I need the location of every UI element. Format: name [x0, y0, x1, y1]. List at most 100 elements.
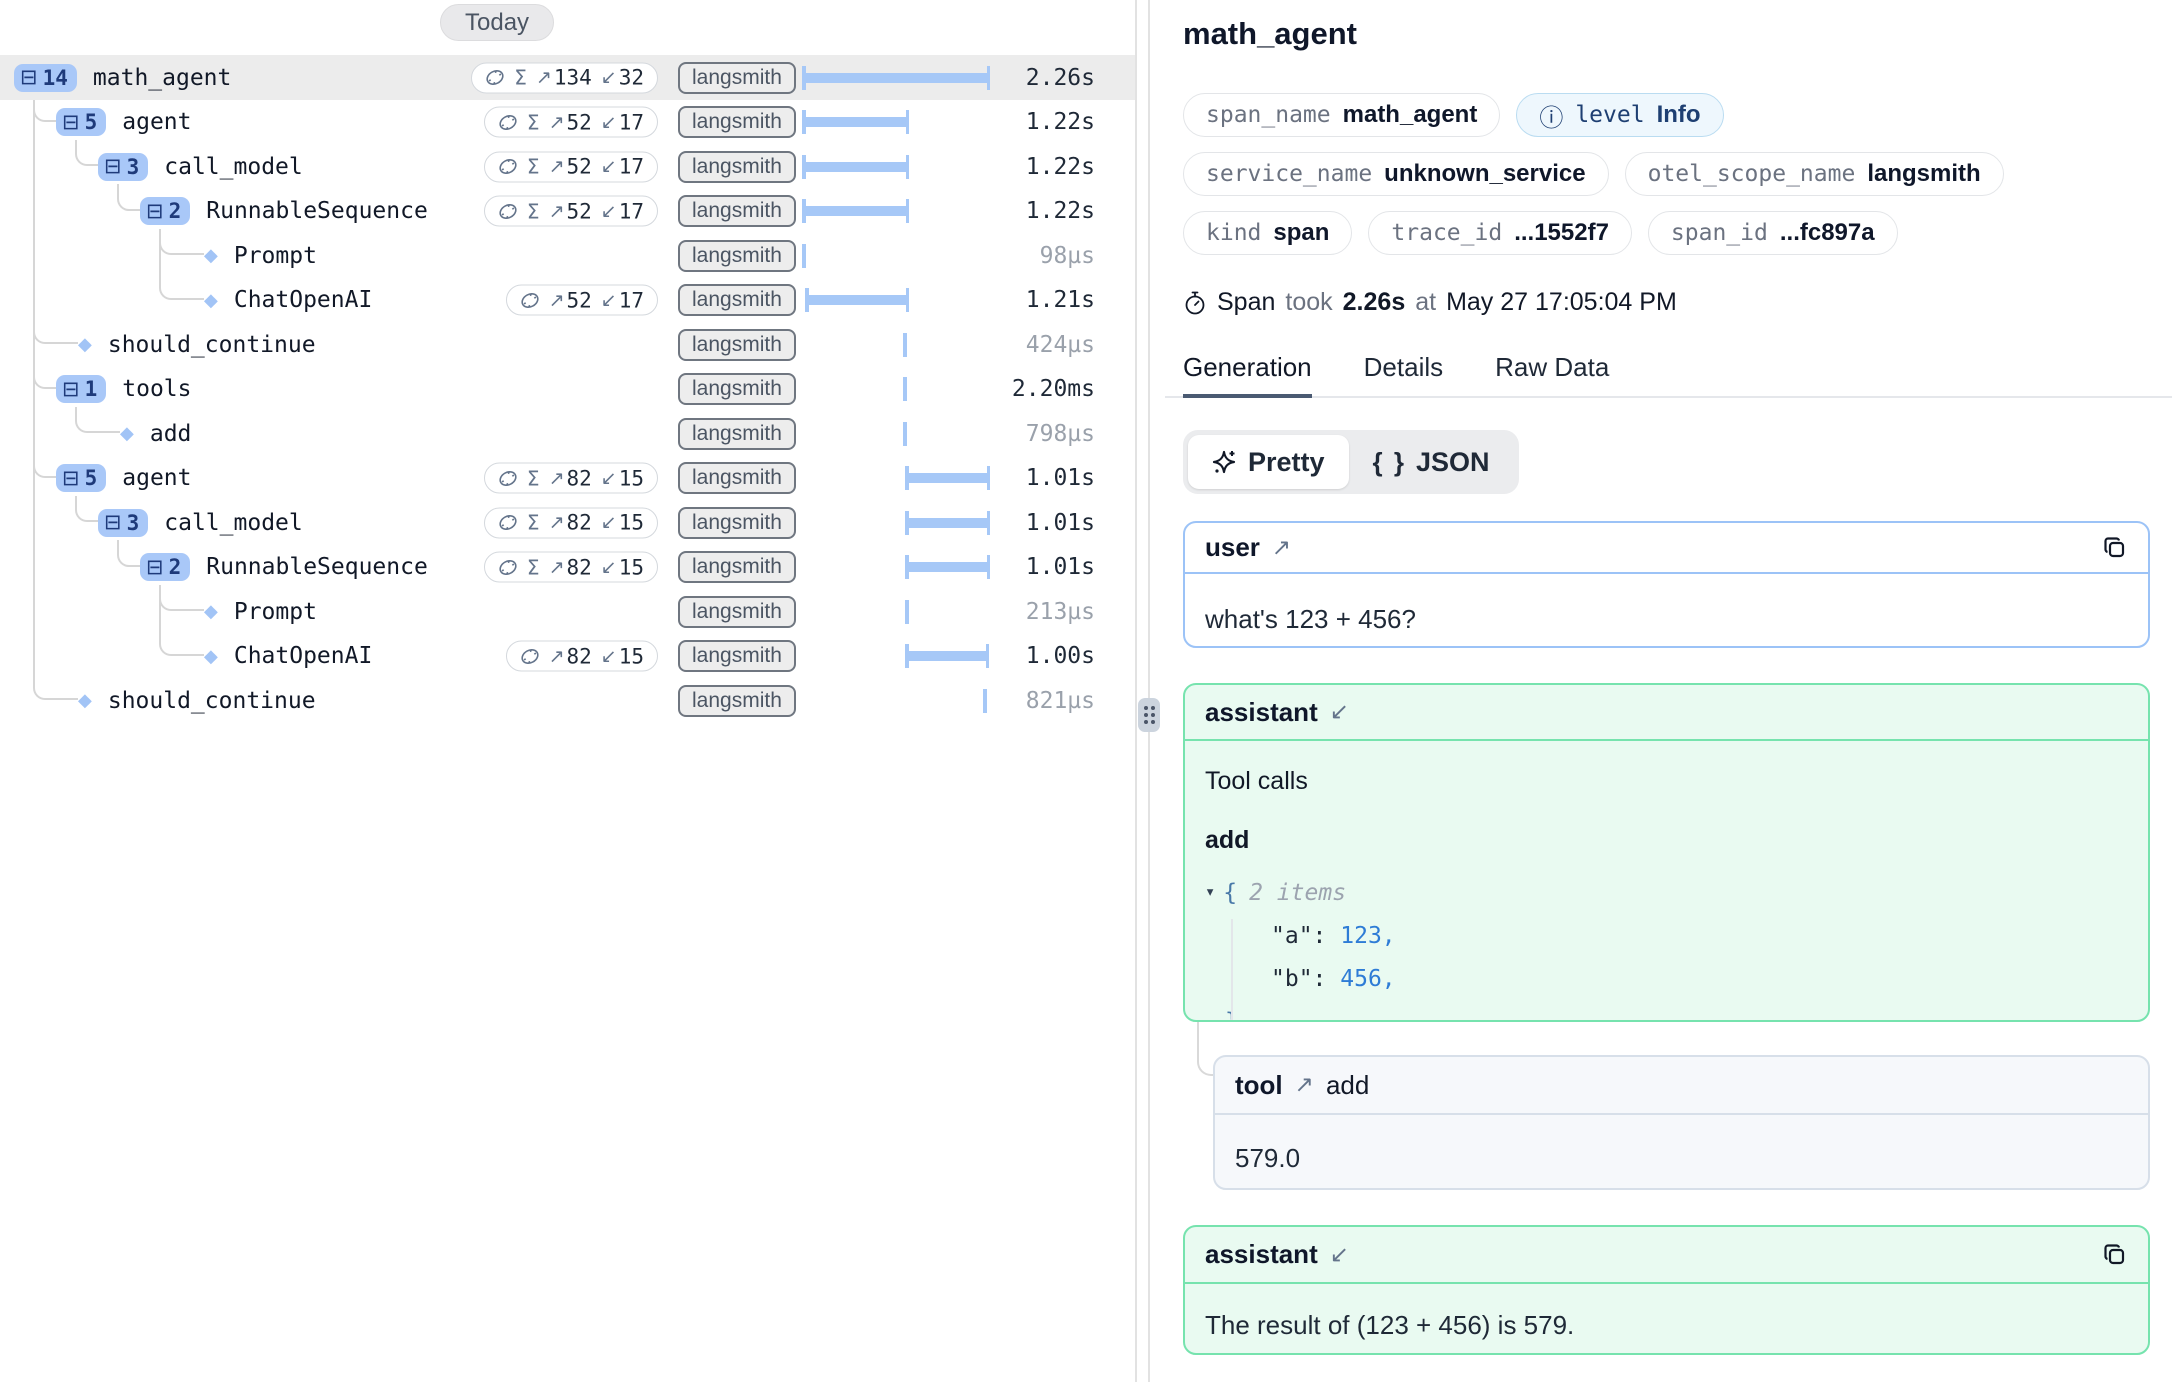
tokens-out: ↙ 17 [601, 288, 644, 312]
arrow-down-left-icon: ↙ [601, 289, 617, 311]
arrow-down-left-icon: ↙ [1330, 1242, 1349, 1268]
trace-tree-row[interactable]: ⊟ 1 tools langsmith 2.20ms [0, 367, 1135, 412]
tokens-in: ↗ 82 [549, 555, 592, 579]
copy-button[interactable] [2102, 1242, 2128, 1268]
scope-tag: langsmith [678, 106, 796, 138]
span-name-label: agent [122, 465, 191, 491]
span-id-badge: span_id ...fc897a [1648, 211, 1898, 255]
sum-sigma-icon: Σ [527, 555, 540, 579]
braces-icon: { } [1373, 447, 1406, 478]
collapse-badge[interactable]: ⊟ 2 [140, 553, 190, 581]
tool-args-json-tree: ▾{2 items "a": 123, "b": 456, } [1205, 871, 2128, 1022]
arrow-down-left-icon: ↙ [601, 556, 617, 578]
trace-viewer-app: Today ⊟ 14 math_agent Σ ↗ [0, 0, 2172, 1382]
level-badge: ⓘ level Info [1516, 93, 1723, 137]
row-label-group: ⊟ 14 math_agent [0, 55, 231, 100]
trace-tree-row[interactable]: ◆ Prompt langsmith 98µs [0, 233, 1135, 278]
trace-tree-row[interactable]: ⊟ 14 math_agent Σ ↗ 134 [0, 55, 1135, 100]
token-usage-badge: Σ ↗ 82 ↙ 15 [484, 507, 658, 538]
tab-details[interactable]: Details [1364, 352, 1443, 398]
span-name-badge: span_name math_agent [1183, 93, 1500, 137]
kind-badge: kind span [1183, 211, 1352, 255]
tokens-in: ↗ 82 [549, 511, 592, 535]
row-label-group: ◆ ChatOpenAI [0, 634, 372, 679]
trace-tree-row[interactable]: ⊟ 3 call_model Σ ↗ 52 [0, 144, 1135, 189]
collapse-minus-icon: ⊟ [146, 201, 164, 222]
scope-tag: langsmith [678, 329, 796, 361]
arrow-up-right-icon: ↗ [549, 467, 565, 489]
collapse-badge[interactable]: ⊟ 1 [56, 375, 106, 403]
trace-tree-row[interactable]: ◆ ChatOpenAI ↗ 82 ↙ 15 [0, 634, 1135, 679]
child-count: 3 [127, 511, 140, 535]
scope-tag: langsmith [678, 284, 796, 316]
token-usage-badge: ↗ 52 ↙ 17 [506, 285, 658, 316]
trace-tree-row[interactable]: ◆ add langsmith 798µs [0, 411, 1135, 456]
tokens-out: ↙ 17 [601, 110, 644, 134]
duration-bar [802, 199, 909, 223]
scope-tag: langsmith [678, 373, 796, 405]
coin-icon [498, 157, 518, 177]
trace-tree-row[interactable]: ◆ should_continue langsmith 424µs [0, 322, 1135, 367]
json-view-button[interactable]: { } JSON [1349, 435, 1514, 489]
collapse-minus-icon: ⊟ [104, 156, 122, 177]
tokens-in: ↗ 82 [549, 644, 592, 668]
collapse-badge[interactable]: ⊟ 3 [98, 153, 148, 181]
scope-tag: langsmith [678, 551, 796, 583]
collapse-minus-icon: ⊟ [62, 468, 80, 489]
trace-tree-row[interactable]: ⊟ 2 RunnableSequence Σ ↗ 52 [0, 189, 1135, 234]
page-title: math_agent [1183, 16, 1357, 52]
trace-tree-row[interactable]: ⊟ 5 agent Σ ↗ 82 ↙ [0, 456, 1135, 501]
json-indent-guide [1231, 919, 1233, 1022]
arrow-down-left-icon: ↙ [1330, 699, 1349, 725]
tokens-in: ↗ 52 [549, 110, 592, 134]
trace-tree-row[interactable]: ◆ Prompt langsmith 213µs [0, 589, 1135, 634]
panel-resize-handle[interactable] [1138, 698, 1160, 732]
scope-tag: langsmith [678, 640, 796, 672]
leaf-diamond-icon: ◆ [78, 334, 92, 355]
row-label-group: ⊟ 5 agent [0, 456, 192, 501]
row-label-group: ⊟ 5 agent [0, 100, 192, 145]
tab-generation[interactable]: Generation [1183, 352, 1312, 398]
arrow-up-right-icon: ↗ [549, 200, 565, 222]
arrow-up-right-icon: ↗ [549, 111, 565, 133]
json-kv-line: "a": 123, [1205, 915, 2128, 958]
trace-tree-row[interactable]: ◆ should_continue langsmith 821µs [0, 678, 1135, 723]
tokens-out: ↙ 17 [601, 199, 644, 223]
duration-bar [905, 644, 989, 668]
sum-sigma-icon: Σ [527, 155, 540, 179]
coin-icon [498, 513, 518, 533]
trace-tree-row[interactable]: ⊟ 5 agent Σ ↗ 52 ↙ [0, 100, 1135, 145]
coin-icon [498, 112, 518, 132]
tokens-out: ↙ 32 [601, 66, 644, 90]
collapse-badge[interactable]: ⊟ 14 [14, 64, 77, 92]
arrow-down-left-icon: ↙ [601, 200, 617, 222]
token-usage-badge: Σ ↗ 52 ↙ 17 [484, 196, 658, 227]
span-name-label: RunnableSequence [206, 554, 428, 580]
copy-button[interactable] [2102, 535, 2128, 561]
user-message-card: user ↗ what's 123 + 456? [1183, 521, 2150, 648]
token-usage-badge: Σ ↗ 52 ↙ 17 [484, 151, 658, 182]
tool-result-card: tool ↗ add 579.0 [1213, 1055, 2150, 1190]
child-count: 14 [43, 66, 68, 90]
duration-bar [802, 244, 806, 268]
trace-tree-row[interactable]: ⊟ 3 call_model Σ ↗ 82 [0, 500, 1135, 545]
collapse-badge[interactable]: ⊟ 5 [56, 108, 106, 136]
collapse-caret-icon[interactable]: ▾ [1205, 882, 1215, 902]
trace-tree-row[interactable]: ◆ ChatOpenAI ↗ 52 ↙ 17 [0, 278, 1135, 323]
row-label-group: ◆ ChatOpenAI [0, 278, 372, 323]
tab-raw-data[interactable]: Raw Data [1495, 352, 1609, 398]
collapse-badge[interactable]: ⊟ 5 [56, 464, 106, 492]
assistant-final-header: assistant ↙ [1185, 1227, 2148, 1284]
sparkle-icon [1212, 449, 1238, 475]
child-count: 1 [85, 377, 98, 401]
trace-tree-row[interactable]: ⊟ 2 RunnableSequence Σ ↗ 82 [0, 545, 1135, 590]
span-meta-badges: span_name math_agent ⓘ level Info servic… [1183, 93, 2162, 255]
span-timestamp: May 27 17:05:04 PM [1446, 288, 1677, 317]
collapse-badge[interactable]: ⊟ 2 [140, 197, 190, 225]
duration-bar [802, 110, 909, 134]
span-name-label: should_continue [108, 688, 316, 714]
duration-label: 1.01s [1026, 465, 1095, 491]
span-name-label: agent [122, 109, 191, 135]
pretty-view-button[interactable]: Pretty [1188, 435, 1349, 489]
collapse-badge[interactable]: ⊟ 3 [98, 509, 148, 537]
